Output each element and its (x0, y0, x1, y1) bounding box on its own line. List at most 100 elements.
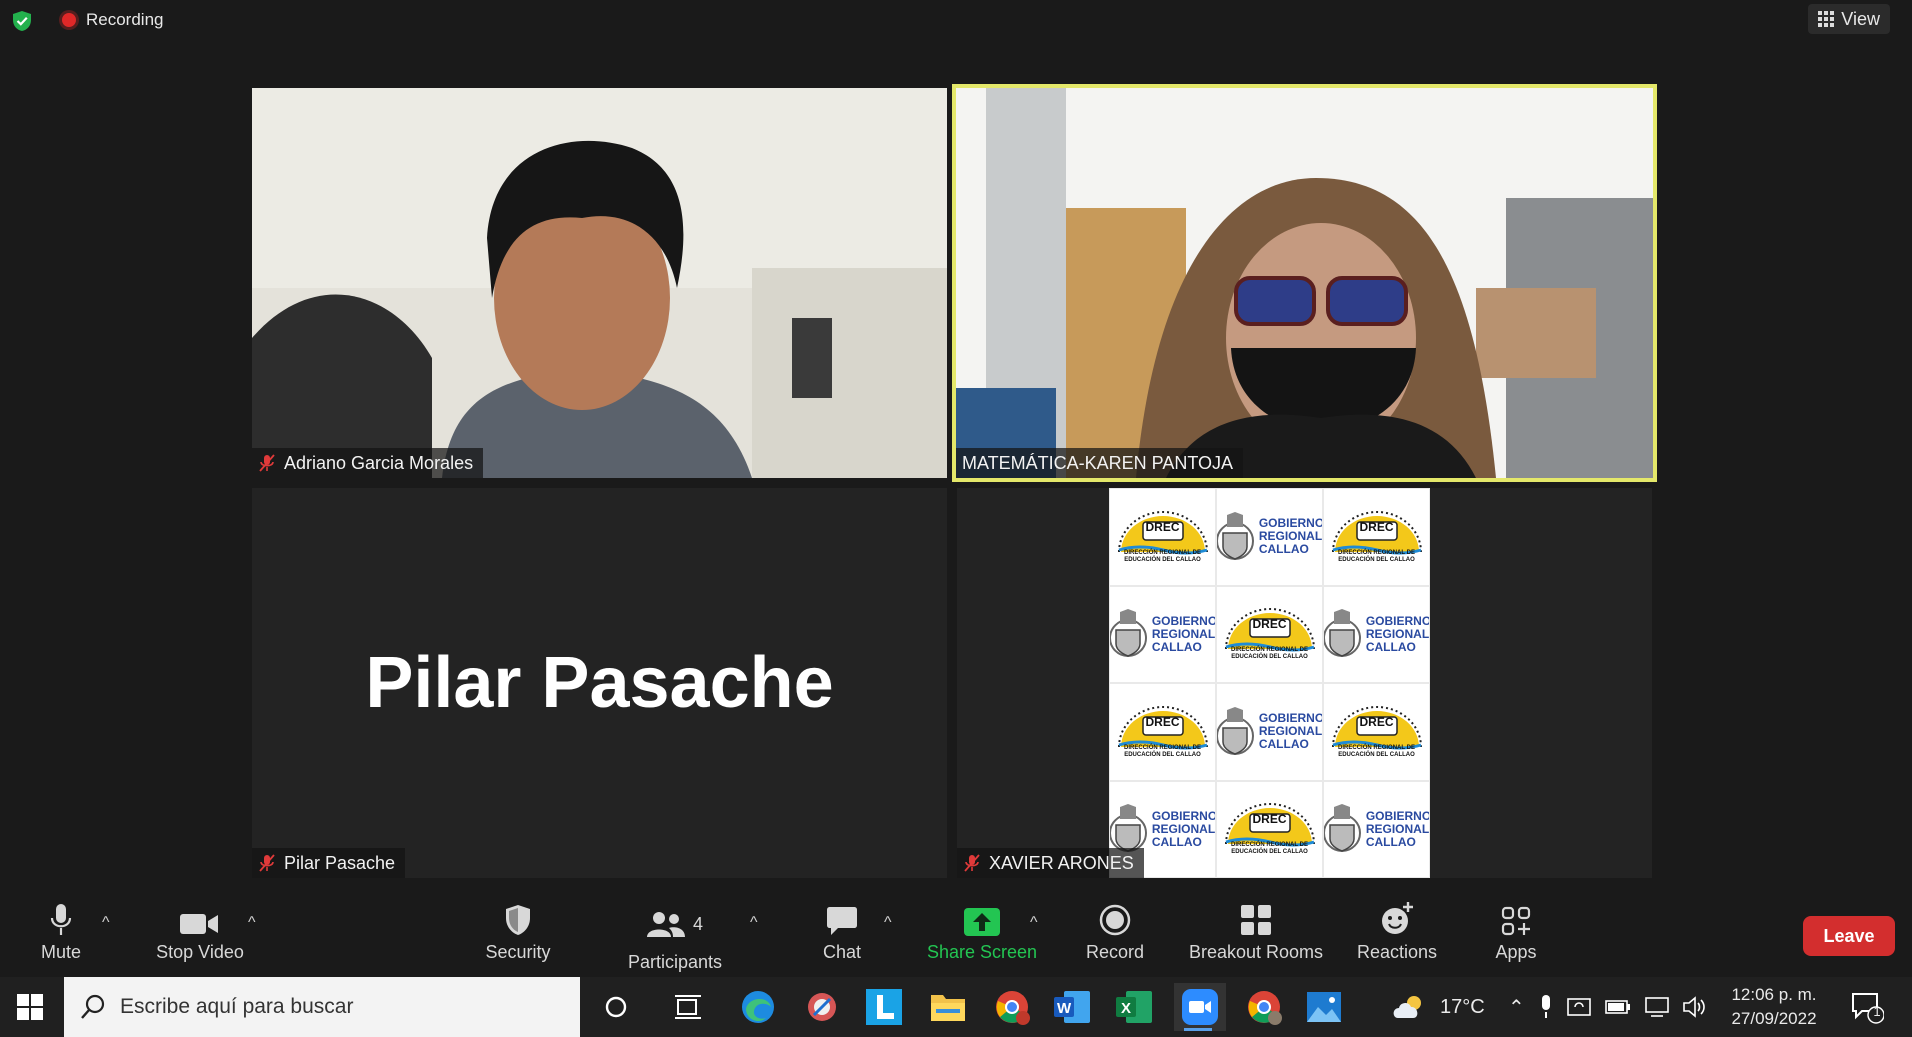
callao-crest-icon (1217, 511, 1254, 560)
gobierno-line3: CALLAO (1365, 639, 1416, 654)
stop-video-label: Stop Video (156, 942, 244, 962)
sync-tray-icon[interactable] (1566, 996, 1591, 1018)
temperature-label: 17°C (1440, 995, 1485, 1018)
chat-button[interactable]: Chat (812, 892, 872, 976)
security-button[interactable]: Security (478, 892, 558, 976)
taskbar-edge[interactable] (734, 983, 782, 1031)
meeting-top-bar: Recording View (0, 0, 1912, 40)
taskbar-excel[interactable]: X (1110, 983, 1158, 1031)
record-button[interactable]: Record (1080, 892, 1150, 976)
apps-button[interactable]: Apps (1488, 892, 1544, 976)
snipping-tool-icon (808, 993, 836, 1021)
encryption-shield-icon[interactable] (11, 10, 33, 32)
share-options-chevron-icon[interactable]: ^ (1030, 914, 1038, 932)
search-icon (81, 994, 105, 1019)
taskbar-l-app[interactable] (860, 983, 908, 1031)
task-view-button[interactable] (664, 983, 712, 1031)
microphone-tray-icon[interactable] (1539, 995, 1553, 1019)
drec-title: DREC (1145, 714, 1180, 729)
network-icon[interactable] (1644, 997, 1669, 1017)
search-placeholder: Escribe aquí para buscar (120, 995, 354, 1018)
callao-crest-icon (1110, 609, 1147, 658)
participant-video-tile[interactable]: Pilar Pasache Pilar Pasache (252, 488, 947, 878)
reactions-label: Reactions (1356, 942, 1438, 962)
apps-label: Apps (1495, 942, 1537, 962)
participants-options-chevron-icon[interactable]: ^ (750, 914, 758, 932)
gobierno-callao-logo-tile: GOBIERNO REGIONAL CALLAO (1109, 585, 1216, 683)
participant-video-frame (956, 88, 1653, 478)
taskbar-word[interactable]: W (1048, 983, 1096, 1031)
view-button[interactable]: View (1808, 4, 1890, 34)
drec-title: DREC (1252, 617, 1287, 632)
gobierno-line2: REGIONAL (1365, 626, 1430, 641)
participant-name: MATEMÁTICA-KAREN PANTOJA (962, 452, 1234, 473)
recording-indicator[interactable]: Recording (52, 8, 174, 32)
taskbar-zoom[interactable] (1174, 983, 1226, 1031)
windows-taskbar: Escribe aquí para buscar W X 17°C ⌃ 12:0… (0, 977, 1912, 1037)
security-label: Security (485, 942, 551, 962)
svg-text:W: W (1057, 1000, 1072, 1017)
drec-logo-tile: DREC DIRECCIÓN REGIONAL DE EDUCACIÓN DEL C… (1109, 683, 1216, 781)
taskbar-clock[interactable]: 12:06 p. m. 27/09/2022 (1722, 983, 1826, 1031)
share-screen-arrow-icon (964, 908, 1000, 936)
participant-name: Pilar Pasache (284, 852, 396, 873)
participants-button[interactable]: 4 Participants (622, 892, 728, 976)
gobierno-line3: CALLAO (1151, 639, 1202, 654)
gobierno-line1: GOBIERNO (1151, 613, 1216, 628)
mute-button[interactable]: Mute (34, 892, 88, 976)
breakout-rooms-label: Breakout Rooms (1188, 942, 1324, 962)
leave-meeting-button[interactable]: Leave (1803, 916, 1895, 956)
participant-video-tile[interactable]: Adriano Garcia Morales (252, 88, 947, 478)
cortana-button[interactable] (592, 983, 640, 1031)
taskbar-photos[interactable] (1300, 983, 1348, 1031)
video-options-chevron-icon[interactable]: ^ (248, 914, 256, 932)
participant-name-label: Pilar Pasache (252, 848, 406, 878)
grid-view-icon (1818, 11, 1835, 27)
taskbar-search-box[interactable]: Escribe aquí para buscar (64, 977, 580, 1037)
drec-subtitle-line2: EDUCACIÓN DEL CALLAO (1338, 556, 1415, 563)
stop-video-button[interactable]: Stop Video (148, 892, 252, 976)
callao-crest-icon (1324, 609, 1361, 658)
gobierno-line1: GOBIERNO (1365, 613, 1430, 628)
taskbar-chrome-second[interactable] (1240, 983, 1288, 1031)
notifications-button[interactable]: 1 (1850, 977, 1884, 1037)
participants-icon (646, 912, 685, 937)
audio-options-chevron-icon[interactable]: ^ (102, 914, 110, 932)
drec-title: DREC (1145, 519, 1180, 534)
word-icon: W (1054, 991, 1090, 1023)
participant-name-label: XAVIER ARONES (957, 848, 1144, 878)
chat-label: Chat (822, 942, 862, 962)
drec-subtitle-line2: EDUCACIÓN DEL CALLAO (1231, 849, 1308, 856)
chat-options-chevron-icon[interactable]: ^ (884, 914, 892, 932)
view-label: View (1841, 8, 1880, 29)
drec-logo-tile: DREC DIRECCIÓN REGIONAL DE EDUCACIÓN DEL C… (1216, 585, 1323, 683)
chrome-icon (1248, 991, 1282, 1025)
video-camera-icon (180, 914, 218, 934)
gobierno-callao-logo-tile: GOBIERNO REGIONAL CALLAO (1216, 488, 1323, 586)
reactions-button[interactable]: Reactions (1354, 892, 1440, 976)
taskbar-snip-tool[interactable] (798, 983, 846, 1031)
notification-count: 1 (1873, 1004, 1881, 1019)
drec-subtitle-line1: DIRECCIÓN REGIONAL DE (1124, 744, 1201, 751)
recording-dot-icon (62, 13, 76, 27)
cortana-circle-icon (605, 996, 627, 1018)
taskbar-chrome-profile[interactable] (988, 983, 1036, 1031)
share-screen-button[interactable]: Share Screen (924, 892, 1040, 976)
apps-icon (1501, 906, 1531, 936)
participant-video-tile[interactable]: DREC DIRECCIÓN REGIONAL DE EDUCACIÓN DEL C… (957, 488, 1652, 878)
breakout-rooms-button[interactable]: Breakout Rooms (1186, 892, 1326, 976)
drec-title: DREC (1359, 519, 1394, 534)
svg-text:X: X (1121, 1000, 1131, 1017)
taskbar-file-explorer[interactable] (924, 983, 972, 1031)
active-speaker-video-tile[interactable]: MATEMÁTICA-KAREN PANTOJA (952, 84, 1657, 482)
weather-widget[interactable]: 17°C (1392, 977, 1485, 1037)
gobierno-line2: REGIONAL (1151, 821, 1216, 836)
volume-icon[interactable] (1682, 996, 1707, 1018)
participant-video-frame (252, 88, 947, 478)
windows-start-button[interactable] (0, 977, 60, 1037)
l-app-icon (866, 989, 902, 1025)
battery-icon[interactable] (1604, 998, 1631, 1016)
show-hidden-icons-chevron-icon[interactable]: ⌃ (1508, 995, 1525, 1020)
gobierno-line3: CALLAO (1151, 834, 1202, 849)
participants-label: Participants (627, 952, 723, 972)
